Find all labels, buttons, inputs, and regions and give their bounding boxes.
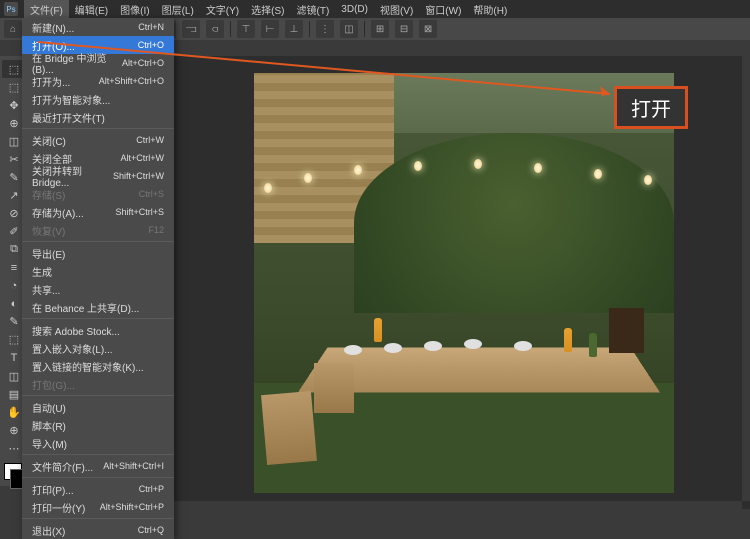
menu-item-label: 生成 — [32, 264, 52, 279]
menu-item-label: 在 Bridge 中浏览(B)... — [32, 50, 122, 76]
menu-edit[interactable]: 编辑(E) — [69, 0, 114, 19]
menu-item-2[interactable]: 在 Bridge 中浏览(B)...Alt+Ctrl+O — [22, 54, 174, 72]
menu-item-label: 打印(P)... — [32, 482, 74, 497]
menu-item-shortcut: Ctrl+P — [139, 484, 164, 494]
menu-item-label: 在 Behance 上共享(D)... — [32, 300, 139, 315]
menu-item-20[interactable]: 置入嵌入对象(L)... — [22, 339, 174, 357]
menu-item-shortcut: F12 — [148, 225, 164, 235]
extra3-icon[interactable]: ⊠ — [419, 20, 437, 38]
menu-file[interactable]: 文件(F) — [24, 0, 69, 19]
menubar: Ps 文件(F) 编辑(E) 图像(I) 图层(L) 文字(Y) 选择(S) 滤… — [0, 0, 750, 18]
extra2-icon[interactable]: ⊟ — [395, 20, 413, 38]
3d-mode-icon[interactable]: ◫ — [340, 20, 358, 38]
menu-item-label: 导入(M) — [32, 436, 67, 451]
annotation-label: 打开 — [614, 86, 688, 129]
menu-item-31[interactable]: 打印一份(Y) Alt+Shift+Ctrl+P — [22, 498, 174, 516]
menu-type[interactable]: 文字(Y) — [200, 0, 245, 19]
menu-item-9[interactable]: 关闭并转到 Bridge...Shift+Ctrl+W — [22, 167, 174, 185]
distribute-icon[interactable]: ⋮ — [316, 20, 334, 38]
menu-image[interactable]: 图像(I) — [114, 0, 155, 19]
menu-item-shortcut: Alt+Shift+Ctrl+P — [100, 502, 164, 512]
menu-item-shortcut: Alt+Ctrl+W — [120, 153, 164, 163]
menu-item-16[interactable]: 共享... — [22, 280, 174, 298]
menu-item-shortcut: Alt+Shift+Ctrl+I — [103, 461, 164, 471]
menu-3d[interactable]: 3D(D) — [335, 2, 374, 17]
menu-item-28[interactable]: 文件简介(F)... Alt+Shift+Ctrl+I — [22, 457, 174, 475]
menu-item-30[interactable]: 打印(P)... Ctrl+P — [22, 480, 174, 498]
align-right-icon[interactable]: ⫏ — [206, 20, 224, 38]
menu-item-label: 自动(U) — [32, 400, 66, 415]
menu-item-17[interactable]: 在 Behance 上共享(D)... — [22, 298, 174, 316]
menu-help[interactable]: 帮助(H) — [467, 0, 513, 19]
menu-item-33[interactable]: 退出(X) Ctrl+Q — [22, 521, 174, 539]
menu-item-12[interactable]: 恢复(V) F12 — [22, 221, 174, 239]
menu-item-label: 存储(S) — [32, 187, 65, 202]
menu-item-label: 最近打开文件(T) — [32, 110, 105, 125]
align-top-icon[interactable]: ⊤ — [237, 20, 255, 38]
menu-item-label: 置入嵌入对象(L)... — [32, 341, 113, 356]
menu-item-21[interactable]: 置入链接的智能对象(K)... — [22, 357, 174, 375]
menu-item-22[interactable]: 打包(G)... — [22, 375, 174, 393]
menu-item-label: 打开为... — [32, 74, 70, 89]
menu-item-5[interactable]: 最近打开文件(T) — [22, 108, 174, 126]
menu-item-shortcut: Shift+Ctrl+S — [115, 207, 164, 217]
menu-window[interactable]: 窗口(W) — [419, 0, 467, 19]
app-logo: Ps — [4, 2, 18, 16]
color-swatches[interactable] — [4, 463, 22, 479]
menu-item-0[interactable]: 新建(N)... Ctrl+N — [22, 18, 174, 36]
menu-item-label: 搜索 Adobe Stock... — [32, 323, 120, 338]
menu-layer[interactable]: 图层(L) — [156, 0, 200, 19]
menu-item-label: 脚本(R) — [32, 418, 66, 433]
menu-item-label: 文件简介(F)... — [32, 459, 93, 474]
menu-item-15[interactable]: 生成 — [22, 262, 174, 280]
menu-item-label: 打包(G)... — [32, 377, 75, 392]
menu-item-26[interactable]: 导入(M) — [22, 434, 174, 452]
menu-item-label: 恢复(V) — [32, 223, 65, 238]
menu-item-label: 打印一份(Y) — [32, 500, 85, 515]
menu-item-shortcut: Ctrl+S — [139, 189, 164, 199]
menu-item-label: 存储为(A)... — [32, 205, 84, 220]
menu-item-label: 打开为智能对象... — [32, 92, 110, 107]
menu-item-11[interactable]: 存储为(A)... Shift+Ctrl+S — [22, 203, 174, 221]
menu-item-19[interactable]: 搜索 Adobe Stock... — [22, 321, 174, 339]
menu-item-shortcut: Ctrl+N — [138, 22, 164, 32]
menu-select[interactable]: 选择(S) — [245, 0, 290, 19]
menu-item-label: 导出(E) — [32, 246, 65, 261]
home-icon[interactable]: ⌂ — [4, 20, 22, 38]
menu-item-shortcut: Shift+Ctrl+W — [113, 171, 164, 181]
menu-item-label: 新建(N)... — [32, 20, 74, 35]
file-menu-dropdown: 新建(N)...Ctrl+N打开(O)...Ctrl+O在 Bridge 中浏览… — [22, 18, 174, 539]
menu-item-shortcut: Alt+Ctrl+O — [122, 58, 164, 68]
extra-icon[interactable]: ⊞ — [371, 20, 389, 38]
menu-item-label: 共享... — [32, 282, 60, 297]
menu-item-label: 关闭并转到 Bridge... — [32, 163, 113, 189]
menu-item-shortcut: Ctrl+Q — [138, 525, 164, 535]
menu-view[interactable]: 视图(V) — [374, 0, 419, 19]
menu-filter[interactable]: 滤镜(T) — [291, 0, 336, 19]
menu-item-7[interactable]: 关闭(C) Ctrl+W — [22, 131, 174, 149]
menu-item-label: 置入链接的智能对象(K)... — [32, 359, 144, 374]
align-middle-icon[interactable]: ⊢ — [261, 20, 279, 38]
menu-item-label: 关闭(C) — [32, 133, 66, 148]
menu-item-14[interactable]: 导出(E) — [22, 244, 174, 262]
menu-item-shortcut: Ctrl+W — [136, 135, 164, 145]
scrollbar-v[interactable] — [742, 56, 750, 501]
menu-item-4[interactable]: 打开为智能对象... — [22, 90, 174, 108]
menu-item-25[interactable]: 脚本(R) — [22, 416, 174, 434]
menu-item-shortcut: Ctrl+O — [138, 40, 164, 50]
document-image[interactable] — [254, 73, 674, 493]
menu-item-24[interactable]: 自动(U) — [22, 398, 174, 416]
menu-item-label: 退出(X) — [32, 523, 65, 538]
align-center-icon[interactable]: ⫎ — [182, 20, 200, 38]
align-bottom-icon[interactable]: ⊥ — [285, 20, 303, 38]
menu-item-shortcut: Alt+Shift+Ctrl+O — [99, 76, 164, 86]
